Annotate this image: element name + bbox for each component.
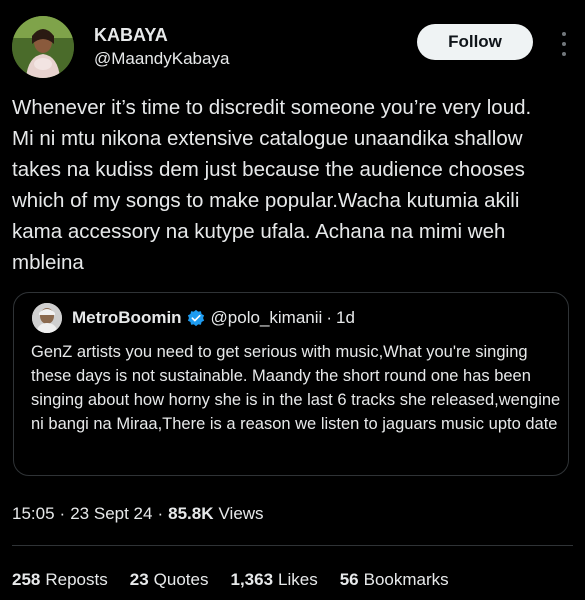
engagement-stats: 258 Reposts 23 Quotes 1,363 Likes 56 Boo… — [12, 569, 471, 591]
tweet-meta: 15:05 · 23 Sept 24 · 85.8K Views — [12, 503, 264, 525]
author-avatar[interactable] — [12, 16, 74, 78]
stat-reposts[interactable]: 258 Reposts — [12, 569, 108, 591]
author-handle[interactable]: @MaandyKabaya — [94, 48, 229, 70]
views-count: 85.8K — [168, 504, 214, 523]
stat-label: Reposts — [45, 570, 108, 589]
tweet-date[interactable]: 23 Sept 24 — [70, 503, 152, 525]
stat-count: 1,363 — [230, 570, 274, 589]
views-label: Views — [218, 504, 264, 523]
stat-count: 56 — [339, 570, 359, 589]
stat-label: Likes — [278, 570, 318, 589]
tweet-time[interactable]: 15:05 — [12, 503, 55, 525]
quoted-author-avatar[interactable] — [32, 303, 62, 333]
author-display-name[interactable]: KABAYA — [94, 24, 229, 46]
quoted-avatar-image — [32, 303, 62, 333]
avatar-image — [12, 16, 74, 78]
quoted-handle[interactable]: @polo_kimanii — [211, 307, 323, 329]
stat-quotes[interactable]: 23 Quotes — [130, 569, 209, 591]
quoted-timestamp[interactable]: 1d — [336, 307, 355, 329]
more-options-icon[interactable] — [559, 32, 569, 56]
stat-bookmarks[interactable]: 56 Bookmarks — [340, 569, 449, 591]
quoted-display-name[interactable]: MetroBoomin — [72, 307, 182, 329]
divider — [12, 545, 573, 546]
follow-button[interactable]: Follow — [417, 24, 533, 60]
tweet-text: Whenever it’s time to discredit someone … — [12, 96, 532, 274]
stat-label: Quotes — [153, 570, 209, 589]
quoted-tweet[interactable]: MetroBoomin @polo_kimanii · 1d GenZ arti… — [13, 292, 569, 476]
meta-separator: · — [157, 504, 164, 523]
verified-badge-icon — [187, 309, 204, 327]
stat-count: 23 — [129, 570, 149, 589]
tweet-header: KABAYA @MaandyKabaya Follow — [12, 14, 573, 78]
quoted-separator: · — [326, 308, 332, 327]
stat-likes[interactable]: 1,363 Likes — [230, 569, 317, 591]
quoted-text: GenZ artists you need to get serious wit… — [31, 343, 561, 433]
stat-label: Bookmarks — [363, 570, 449, 589]
stat-count: 258 — [12, 570, 41, 589]
meta-separator: · — [59, 504, 66, 523]
